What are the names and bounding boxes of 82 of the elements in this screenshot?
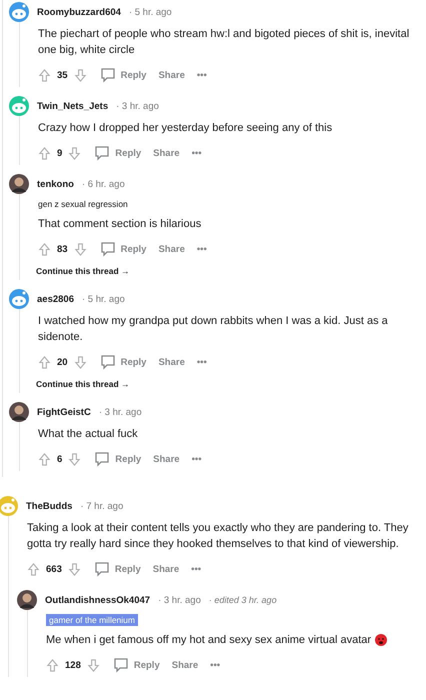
vote-count: 6 (57, 454, 62, 464)
vote-count: 20 (57, 356, 68, 368)
username[interactable]: FightGeistC (37, 406, 91, 418)
upvote-icon[interactable] (27, 562, 40, 576)
continue-thread-link[interactable]: Continue this thread → (36, 266, 130, 276)
more-button[interactable]: ••• (188, 146, 205, 160)
reply-button[interactable]: Reply (96, 239, 150, 259)
avatar[interactable] (9, 96, 29, 116)
edited-label: · edited 3 hr. ago (208, 595, 277, 605)
username[interactable]: TheBudds (26, 500, 72, 512)
user-flair: gen z sexual regression (38, 199, 128, 209)
comment-text: Taking a look at their content tells you exactly who they are pandering to. They (27, 521, 410, 536)
share-button[interactable]: Share (155, 354, 188, 370)
comment-text: I watched how my grandpa put down rabbits when I was a kid. Just as a (38, 314, 389, 329)
comment-icon (112, 657, 129, 673)
downvote-icon[interactable] (74, 242, 87, 256)
downvote-icon[interactable] (74, 68, 87, 82)
username[interactable]: OutlandishnessOk4047 (45, 594, 150, 606)
comment-text: Me when i get famous off my hot and sexy sex anime virtual avatar (46, 632, 426, 648)
timestamp: · 7 hr. ago (80, 500, 124, 512)
upvote-icon[interactable] (38, 356, 51, 368)
timestamp: · 5 hr. ago (128, 6, 172, 18)
comment-text: The piechart of people who stream hw:l and bigoted pieces of shit is, inevital (38, 27, 410, 42)
comment-text: sidenote. (38, 330, 84, 345)
timestamp: · 3 hr. ago (116, 100, 159, 112)
vote-count: 9 (57, 148, 62, 158)
more-button[interactable]: ••• (194, 354, 210, 370)
reply-button[interactable]: Reply (96, 65, 150, 85)
reply-button[interactable]: Reply (90, 559, 144, 579)
timestamp: · 5 hr. ago (82, 294, 125, 304)
avatar[interactable] (9, 289, 29, 309)
share-button[interactable]: Share (150, 146, 183, 160)
username[interactable]: Roomybuzzard604 (37, 6, 121, 18)
comment-text: What the actual fuck (38, 427, 139, 442)
vote-count: 663 (46, 564, 62, 574)
more-button[interactable]: ••• (207, 658, 224, 672)
upvote-icon[interactable] (38, 68, 51, 82)
more-button[interactable]: ••• (188, 562, 204, 576)
vote-count: 83 (57, 244, 68, 254)
share-button[interactable]: Share (150, 562, 182, 576)
timestamp: · 3 hr. ago (98, 406, 142, 418)
comment-text: gotta try really hard since they hooked themselves to that kind of viewership. (27, 537, 400, 552)
comment-icon (100, 241, 116, 257)
share-button[interactable]: Share (155, 242, 188, 256)
continue-thread-link[interactable]: Continue this thread → (36, 379, 130, 389)
reply-button[interactable]: Reply (96, 352, 150, 372)
vote-count: 35 (57, 70, 68, 80)
more-button[interactable]: ••• (188, 452, 205, 466)
user-flair: gamer of the millenium (46, 614, 138, 626)
timestamp: · 6 hr. ago (82, 178, 125, 190)
reply-button[interactable]: Reply (91, 143, 144, 163)
reply-button[interactable]: Reply (91, 449, 144, 469)
upvote-icon[interactable] (46, 658, 59, 672)
share-button[interactable]: Share (168, 658, 202, 672)
comment-icon (94, 145, 110, 161)
vote-count: 128 (65, 660, 81, 670)
comment-icon (100, 354, 116, 370)
downvote-icon[interactable] (68, 146, 82, 160)
share-button[interactable]: Share (150, 452, 183, 466)
comment-text: Crazy how I dropped her yesterday before seeing any of this (38, 121, 334, 136)
downvote-icon[interactable] (68, 452, 82, 466)
comment-text: one big, white circle (38, 43, 136, 58)
more-button[interactable]: ••• (194, 242, 210, 256)
comment-text: That comment section is hilarious (38, 217, 202, 232)
upvote-icon[interactable] (38, 146, 51, 160)
reply-button[interactable]: Reply (110, 655, 163, 675)
avatar[interactable] (9, 2, 29, 22)
upvote-icon[interactable] (38, 242, 51, 256)
username[interactable]: Twin_Nets_Jets (37, 100, 108, 112)
username[interactable]: aes2806 (37, 294, 74, 304)
share-button[interactable]: Share (155, 68, 188, 82)
comment-icon (94, 451, 110, 467)
timestamp: · 3 hr. ago (158, 594, 201, 606)
comment-icon (94, 561, 110, 577)
more-button[interactable]: ••• (194, 68, 210, 82)
avatar[interactable] (0, 496, 18, 516)
comment-icon (100, 67, 116, 83)
username[interactable]: tenkono (37, 178, 74, 190)
downvote-icon[interactable] (74, 356, 87, 368)
downvote-icon[interactable] (86, 658, 100, 672)
downvote-icon[interactable] (68, 562, 81, 576)
upvote-icon[interactable] (38, 452, 51, 466)
